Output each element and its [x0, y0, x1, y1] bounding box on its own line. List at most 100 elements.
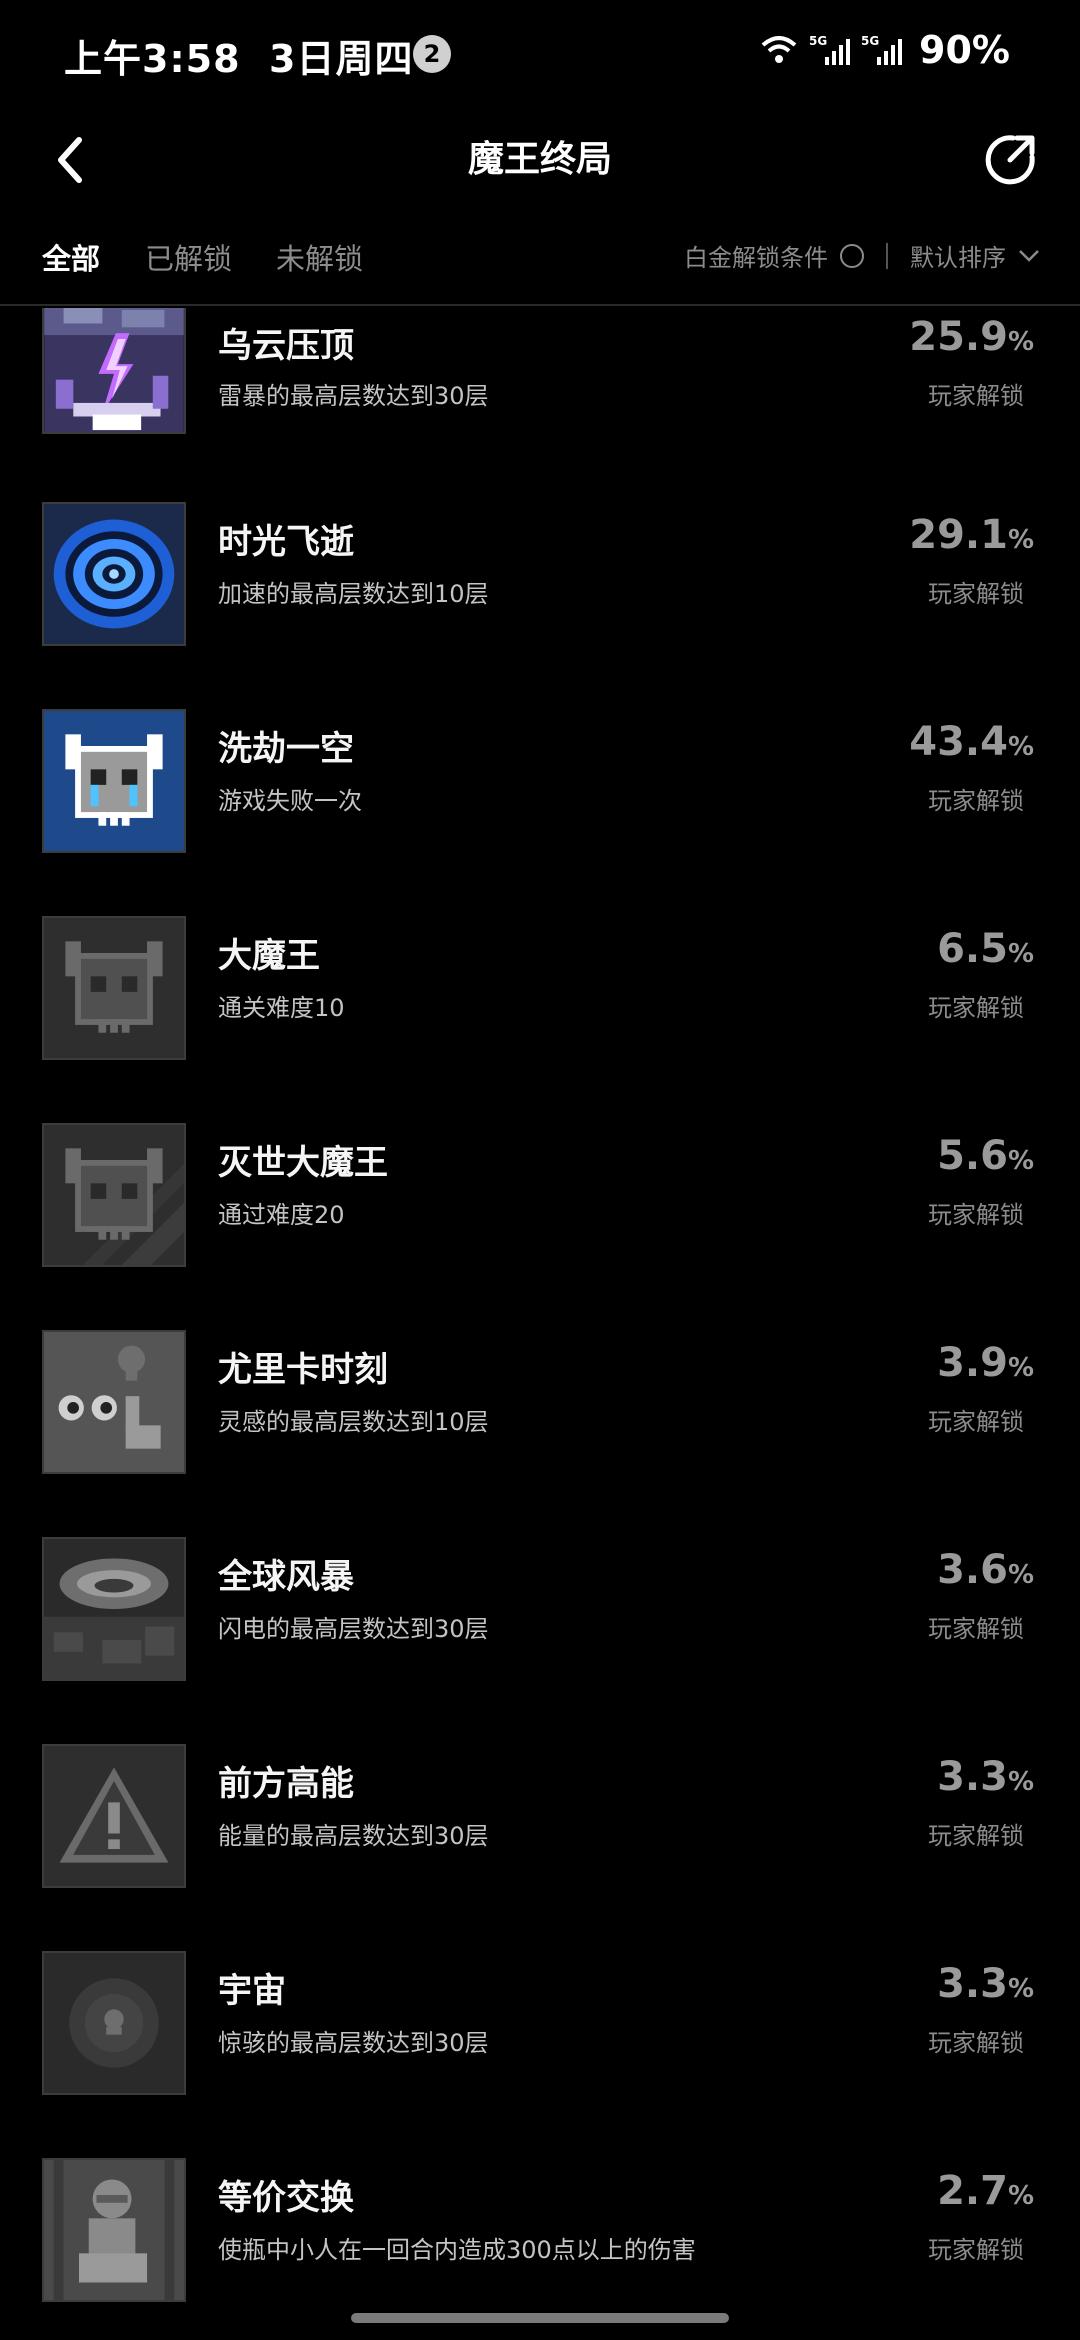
percent-value: 29.1 — [909, 512, 1008, 558]
page-title: 魔王终局 — [467, 139, 612, 180]
achievement-badge — [42, 916, 186, 1060]
unlock-label: 玩家解锁 — [928, 2236, 1024, 2264]
filter-options: 白金解锁条件 默认排序 — [684, 238, 1040, 273]
achievement-title: 等价交换 — [218, 2178, 354, 2218]
sort-label: 默认排序 — [910, 244, 1006, 272]
filter-bar: 全部 已解锁 未解锁 白金解锁条件 默认排序 — [0, 222, 1080, 306]
percent-value: 43.4 — [909, 719, 1008, 765]
bottle-figure-icon — [44, 2160, 184, 2300]
percent-unit: % — [1007, 1560, 1034, 1590]
achievement-desc: 通关难度10 — [218, 994, 345, 1022]
percent-unit: % — [1007, 2181, 1034, 2211]
achievement-title: 全球风暴 — [218, 1557, 354, 1597]
unlock-label: 玩家解锁 — [928, 994, 1024, 1022]
signal-5g-icon: 5G — [809, 34, 851, 65]
sort-dropdown[interactable]: 默认排序 — [910, 238, 1040, 273]
achievement-title: 宇宙 — [218, 1971, 286, 2011]
unlock-label: 玩家解锁 — [928, 2029, 1024, 2057]
achievement-title: 灭世大魔王 — [218, 1143, 388, 1183]
percent-value: 3.6 — [937, 1547, 1008, 1593]
lightning-icon — [44, 308, 184, 432]
status-time: 上午3:58 3日周四 — [64, 28, 413, 83]
achievement-desc: 游戏失败一次 — [218, 787, 362, 815]
percent-unit: % — [1007, 1767, 1034, 1797]
achievement-percent: 3.3% — [937, 1961, 1034, 2007]
list-item[interactable]: 乌云压顶 雷暴的最高层数达到30层 25.9% 玩家解锁 — [0, 308, 1080, 515]
share-button[interactable] — [978, 122, 1042, 198]
percent-unit: % — [1007, 1353, 1034, 1383]
percent-value: 3.3 — [937, 1961, 1008, 2007]
achievement-title: 前方高能 — [218, 1764, 354, 1804]
percent-unit: % — [1007, 525, 1034, 555]
unlock-label: 玩家解锁 — [928, 580, 1024, 608]
achievement-percent: 3.6% — [937, 1547, 1034, 1593]
tab-unlocked[interactable]: 已解锁 — [145, 236, 232, 278]
wifi-icon — [761, 36, 797, 63]
demon-skull-icon — [44, 1125, 184, 1265]
vortex-icon — [44, 504, 184, 644]
list-item[interactable]: 全球风暴 闪电的最高层数达到30层 3.6% 玩家解锁 — [0, 1537, 1080, 1744]
unlock-label: 玩家解锁 — [928, 787, 1024, 815]
percent-value: 25.9 — [909, 314, 1008, 360]
achievement-title: 大魔王 — [218, 936, 320, 976]
achievement-badge — [42, 709, 186, 853]
percent-value: 2.7 — [937, 2168, 1008, 2214]
achievement-desc: 灵感的最高层数达到10层 — [218, 1408, 489, 1436]
unlock-label: 玩家解锁 — [928, 1408, 1024, 1436]
unlock-label: 玩家解锁 — [928, 1822, 1024, 1850]
achievement-title: 时光飞逝 — [218, 522, 354, 562]
achievement-desc: 闪电的最高层数达到30层 — [218, 1615, 489, 1643]
achievement-badge — [42, 1744, 186, 1888]
unlock-label: 玩家解锁 — [928, 382, 1024, 410]
percent-unit: % — [1007, 327, 1034, 357]
unlock-label: 玩家解锁 — [928, 1201, 1024, 1229]
achievement-list[interactable]: 乌云压顶 雷暴的最高层数达到30层 25.9% 玩家解锁 时光飞逝 加速的最高层… — [0, 308, 1080, 2340]
list-item[interactable]: 灭世大魔王 通过难度20 5.6% 玩家解锁 — [0, 1123, 1080, 1330]
signal-5g-icon: 5G — [861, 34, 903, 65]
platinum-condition-toggle[interactable]: 白金解锁条件 — [684, 238, 864, 273]
status-date: 3日周四 — [269, 37, 414, 81]
status-icons: 5G 5G 90% — [759, 28, 1010, 72]
achievement-badge — [42, 1123, 186, 1267]
notification-badge: 2 — [413, 35, 451, 73]
achievement-badge — [42, 1951, 186, 2095]
achievement-desc: 雷暴的最高层数达到30层 — [218, 382, 489, 410]
achievement-title: 洗劫一空 — [218, 729, 354, 769]
achievement-percent: 6.5% — [937, 926, 1034, 972]
svg-text:5G: 5G — [809, 34, 827, 48]
chevron-down-icon — [1019, 249, 1039, 262]
achievement-desc: 使瓶中小人在一回合内造成300点以上的伤害 — [218, 2236, 696, 2264]
list-item[interactable]: 宇宙 惊骇的最高层数达到30层 3.3% 玩家解锁 — [0, 1951, 1080, 2158]
share-icon — [985, 135, 1035, 185]
achievement-badge — [42, 308, 186, 434]
achievement-percent: 43.4% — [909, 719, 1034, 765]
achievement-title: 尤里卡时刻 — [218, 1350, 388, 1390]
percent-unit: % — [1007, 1146, 1034, 1176]
demon-skull-icon — [44, 918, 184, 1058]
list-item[interactable]: 大魔王 通关难度10 6.5% 玩家解锁 — [0, 916, 1080, 1123]
percent-value: 5.6 — [937, 1133, 1008, 1179]
list-item[interactable]: 前方高能 能量的最高层数达到30层 3.3% 玩家解锁 — [0, 1744, 1080, 1951]
storm-icon — [44, 1539, 184, 1679]
list-item[interactable]: 洗劫一空 游戏失败一次 43.4% 玩家解锁 — [0, 709, 1080, 916]
achievement-desc: 能量的最高层数达到30层 — [218, 1822, 489, 1850]
tab-all[interactable]: 全部 — [42, 236, 100, 278]
achievement-title: 乌云压顶 — [218, 326, 354, 366]
achievement-desc: 惊骇的最高层数达到30层 — [218, 2029, 489, 2057]
unlock-label: 玩家解锁 — [928, 1615, 1024, 1643]
app-header: 魔王终局 — [0, 110, 1080, 230]
home-indicator[interactable] — [351, 2313, 729, 2323]
list-item[interactable]: 尤里卡时刻 灵感的最高层数达到10层 3.9% 玩家解锁 — [0, 1330, 1080, 1537]
percent-value: 6.5 — [937, 926, 1008, 972]
achievement-badge — [42, 502, 186, 646]
percent-unit: % — [1007, 939, 1034, 969]
achievement-badge — [42, 1537, 186, 1681]
achievement-percent: 2.7% — [937, 2168, 1034, 2214]
achievement-badge — [42, 1330, 186, 1474]
tab-locked[interactable]: 未解锁 — [276, 236, 363, 278]
svg-text:5G: 5G — [861, 34, 879, 48]
percent-unit: % — [1007, 732, 1034, 762]
percent-unit: % — [1007, 1974, 1034, 2004]
percent-value: 3.9 — [937, 1340, 1008, 1386]
list-item[interactable]: 时光飞逝 加速的最高层数达到10层 29.1% 玩家解锁 — [0, 502, 1080, 709]
